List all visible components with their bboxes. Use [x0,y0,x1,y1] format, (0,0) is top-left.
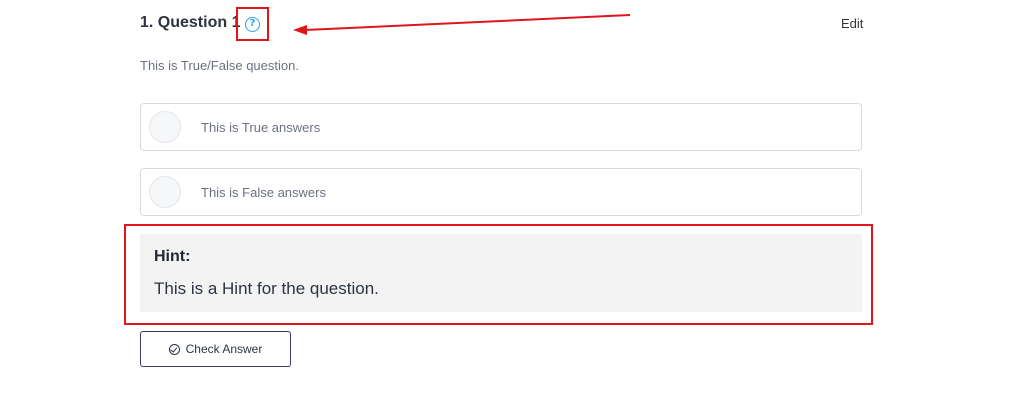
arrow-head [293,25,307,35]
answer-label: This is False answers [201,185,326,200]
question-description: This is True/False question. [140,58,299,73]
answer-option-true[interactable]: This is True answers [140,103,862,151]
arrow-line [304,14,631,31]
edit-link[interactable]: Edit [841,16,863,31]
radio-button[interactable] [149,176,181,208]
hint-box: Hint: This is a Hint for the question. [140,234,862,312]
hint-text: This is a Hint for the question. [154,279,379,298]
answer-option-false[interactable]: This is False answers [140,168,862,216]
hint-title: Hint: [154,248,191,265]
radio-button[interactable] [149,111,181,143]
quiz-page: 1. Question 1 ? Edit This is True/False … [0,0,1024,401]
check-circle-icon [168,343,180,355]
check-answer-label: Check Answer [185,342,263,356]
check-answer-button[interactable]: Check Answer [140,331,291,367]
answer-label: This is True answers [201,120,321,135]
